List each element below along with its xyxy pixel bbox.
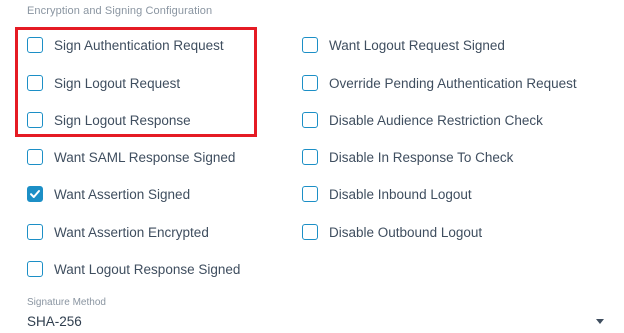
checkbox-label: Disable Inbound Logout: [329, 186, 472, 202]
checkbox[interactable]: [27, 149, 43, 165]
checkbox-label: Disable Outbound Logout: [329, 224, 483, 240]
checkbox-label: Want Assertion Encrypted: [54, 224, 209, 240]
checkbox[interactable]: [302, 37, 318, 53]
checkbox[interactable]: [302, 112, 318, 128]
checkbox-row-sign-authentication-request[interactable]: Sign Authentication Request: [27, 35, 224, 55]
checkbox-row-override-pending-authentication-request[interactable]: Override Pending Authentication Request: [302, 73, 577, 93]
checkbox[interactable]: [302, 75, 318, 91]
check-icon: [30, 190, 40, 198]
checkbox-label: Want Assertion Signed: [54, 186, 191, 202]
checkbox[interactable]: [302, 186, 318, 202]
checkbox-label: Want Logout Response Signed: [54, 261, 241, 277]
checkbox-label: Sign Authentication Request: [54, 37, 224, 53]
caret-down-icon[interactable]: [595, 316, 605, 326]
checkbox-row-want-saml-response-signed[interactable]: Want SAML Response Signed: [27, 147, 235, 167]
checkbox-row-want-logout-response-signed[interactable]: Want Logout Response Signed: [27, 259, 240, 279]
checkbox-label: Disable Audience Restriction Check: [329, 112, 543, 128]
checkbox-row-want-logout-request-signed[interactable]: Want Logout Request Signed: [302, 35, 505, 55]
checkbox[interactable]: [27, 186, 43, 202]
signature-method-label: Signature Method: [27, 297, 106, 308]
signature-method-select[interactable]: SHA-256: [27, 310, 611, 332]
checkbox-label: Sign Logout Response: [54, 112, 191, 128]
checkbox[interactable]: [27, 261, 43, 277]
checkbox[interactable]: [302, 224, 318, 240]
checkbox-row-disable-inbound-logout[interactable]: Disable Inbound Logout: [302, 184, 472, 204]
checkbox-label: Want Logout Request Signed: [329, 37, 505, 53]
checkbox[interactable]: [302, 149, 318, 165]
checkbox-label: Disable In Response To Check: [329, 149, 514, 165]
section-title: Encryption and Signing Configuration: [27, 5, 213, 17]
checkbox-row-disable-audience-restriction-check[interactable]: Disable Audience Restriction Check: [302, 110, 543, 130]
checkbox[interactable]: [27, 75, 43, 91]
checkbox-row-disable-in-response-to-check[interactable]: Disable In Response To Check: [302, 147, 513, 167]
checkbox-row-want-assertion-signed[interactable]: Want Assertion Signed: [27, 184, 190, 204]
checkbox-label: Sign Logout Request: [54, 75, 181, 91]
checkbox-label: Override Pending Authentication Request: [329, 75, 577, 91]
signature-method-value: SHA-256: [27, 313, 82, 329]
checkbox-row-sign-logout-response[interactable]: Sign Logout Response: [27, 110, 191, 130]
checkbox[interactable]: [27, 112, 43, 128]
checkbox-row-sign-logout-request[interactable]: Sign Logout Request: [27, 73, 180, 93]
checkbox[interactable]: [27, 37, 43, 53]
checkbox-label: Want SAML Response Signed: [54, 149, 236, 165]
checkbox-row-disable-outbound-logout[interactable]: Disable Outbound Logout: [302, 222, 482, 242]
checkbox-row-want-assertion-encrypted[interactable]: Want Assertion Encrypted: [27, 222, 209, 242]
checkbox[interactable]: [27, 224, 43, 240]
